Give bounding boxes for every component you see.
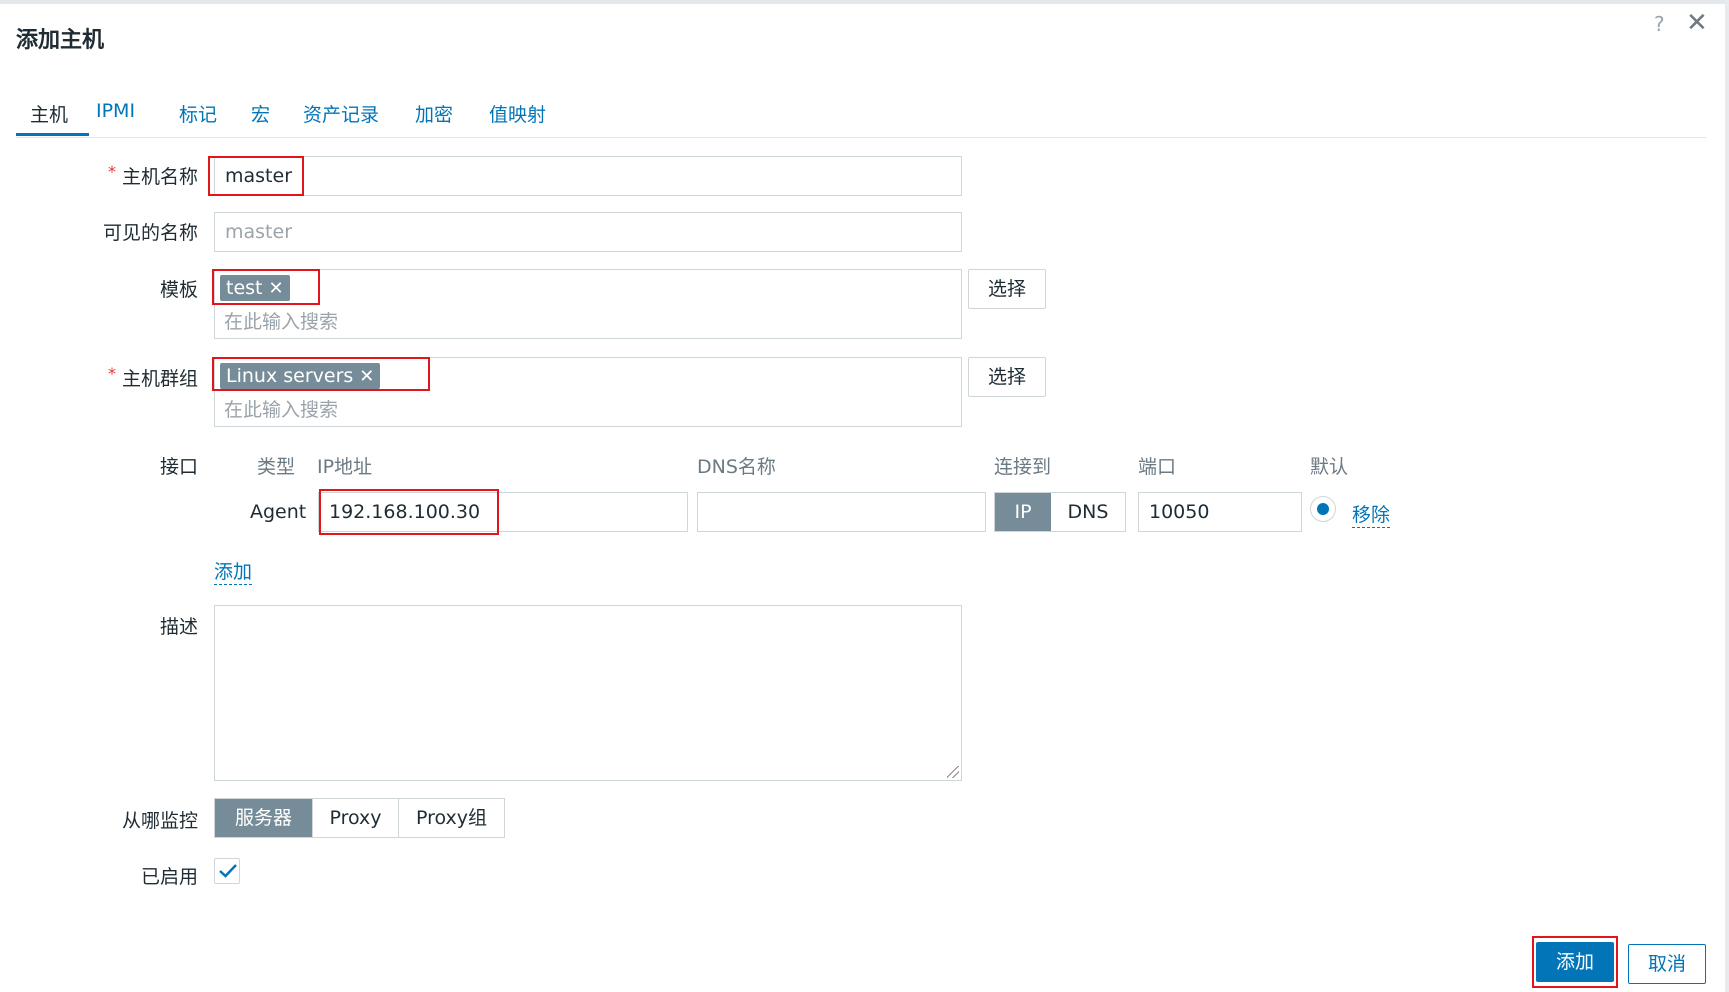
host-groups-select-button[interactable]: 选择 <box>968 357 1046 397</box>
add-button[interactable]: 添加 <box>1536 942 1614 982</box>
help-icon[interactable]: ? <box>1654 12 1665 36</box>
tab-host[interactable]: 主机 <box>30 100 68 127</box>
hostname-label: * 主机名称 <box>107 162 198 188</box>
interface-ip-input[interactable]: 192.168.100.30 <box>318 492 688 532</box>
interface-port-header: 端口 <box>1138 456 1177 478</box>
host-groups-search-input[interactable]: 在此输入搜索 <box>224 395 338 422</box>
visible-name-label: 可见的名称 <box>102 222 198 244</box>
monitored-by-proxy-group-option[interactable]: Proxy组 <box>398 799 504 837</box>
cancel-button[interactable]: 取消 <box>1628 944 1706 984</box>
tab-encryption[interactable]: 加密 <box>415 100 453 127</box>
monitored-by-toggle: 服务器 Proxy Proxy组 <box>214 798 505 838</box>
tab-tags[interactable]: 标记 <box>179 100 217 127</box>
enabled-label: 已启用 <box>140 866 198 888</box>
interface-dns-input[interactable] <box>697 492 986 532</box>
scrollbar-track[interactable] <box>1725 0 1729 992</box>
templates-multiselect[interactable]: test ✕ 在此输入搜索 <box>214 269 962 339</box>
interface-type-header: 类型 <box>257 456 296 478</box>
templates-search-input[interactable]: 在此输入搜索 <box>224 307 338 334</box>
interface-type: Agent <box>250 501 307 523</box>
hostname-input[interactable]: master <box>214 156 962 196</box>
tab-value-mapping[interactable]: 值映射 <box>489 100 546 127</box>
connect-ip-option[interactable]: IP <box>995 493 1051 531</box>
top-border <box>0 0 1729 4</box>
interface-default-header: 默认 <box>1310 456 1349 478</box>
close-icon[interactable]: ✕ <box>1686 8 1708 38</box>
host-groups-multiselect[interactable]: Linux servers ✕ 在此输入搜索 <box>214 357 962 427</box>
active-tab-indicator <box>16 133 89 136</box>
interface-ip-header: IP地址 <box>317 456 373 478</box>
remove-tag-icon[interactable]: ✕ <box>269 278 284 299</box>
monitored-by-label: 从哪监控 <box>121 810 198 832</box>
template-tag: test ✕ <box>220 275 290 301</box>
interface-port-input[interactable]: 10050 <box>1138 492 1302 532</box>
interface-dns-header: DNS名称 <box>697 456 776 478</box>
interface-connect-header: 连接到 <box>994 456 1052 478</box>
interface-connect-toggle: IP DNS <box>994 492 1126 532</box>
required-mark: * <box>107 162 116 181</box>
description-label: 描述 <box>159 616 198 638</box>
monitored-by-server-option[interactable]: 服务器 <box>215 799 312 837</box>
interface-default-radio[interactable] <box>1310 496 1336 522</box>
visible-name-input[interactable]: master <box>214 212 962 252</box>
interface-remove-link[interactable]: 移除 <box>1352 500 1391 528</box>
remove-tag-icon[interactable]: ✕ <box>359 366 374 387</box>
monitored-by-proxy-option[interactable]: Proxy <box>312 799 398 837</box>
resize-handle[interactable] <box>947 766 959 778</box>
tab-ipmi[interactable]: IPMI <box>96 100 135 122</box>
enabled-checkbox[interactable] <box>214 858 240 884</box>
connect-dns-option[interactable]: DNS <box>1051 493 1125 531</box>
tab-inventory[interactable]: 资产记录 <box>303 100 379 127</box>
templates-label: 模板 <box>159 279 198 301</box>
templates-select-button[interactable]: 选择 <box>968 269 1046 309</box>
tab-bar: 主机 IPMI 标记 宏 资产记录 加密 值映射 <box>16 98 1706 138</box>
host-group-tag: Linux servers ✕ <box>220 363 381 389</box>
description-textarea[interactable] <box>214 605 962 781</box>
add-interface-link[interactable]: 添加 <box>214 557 253 585</box>
tab-macros[interactable]: 宏 <box>251 100 270 127</box>
dialog-title: 添加主机 <box>16 28 105 53</box>
checkmark-icon <box>219 864 237 878</box>
interfaces-label: 接口 <box>159 456 198 478</box>
host-groups-label: * 主机群组 <box>107 364 198 390</box>
